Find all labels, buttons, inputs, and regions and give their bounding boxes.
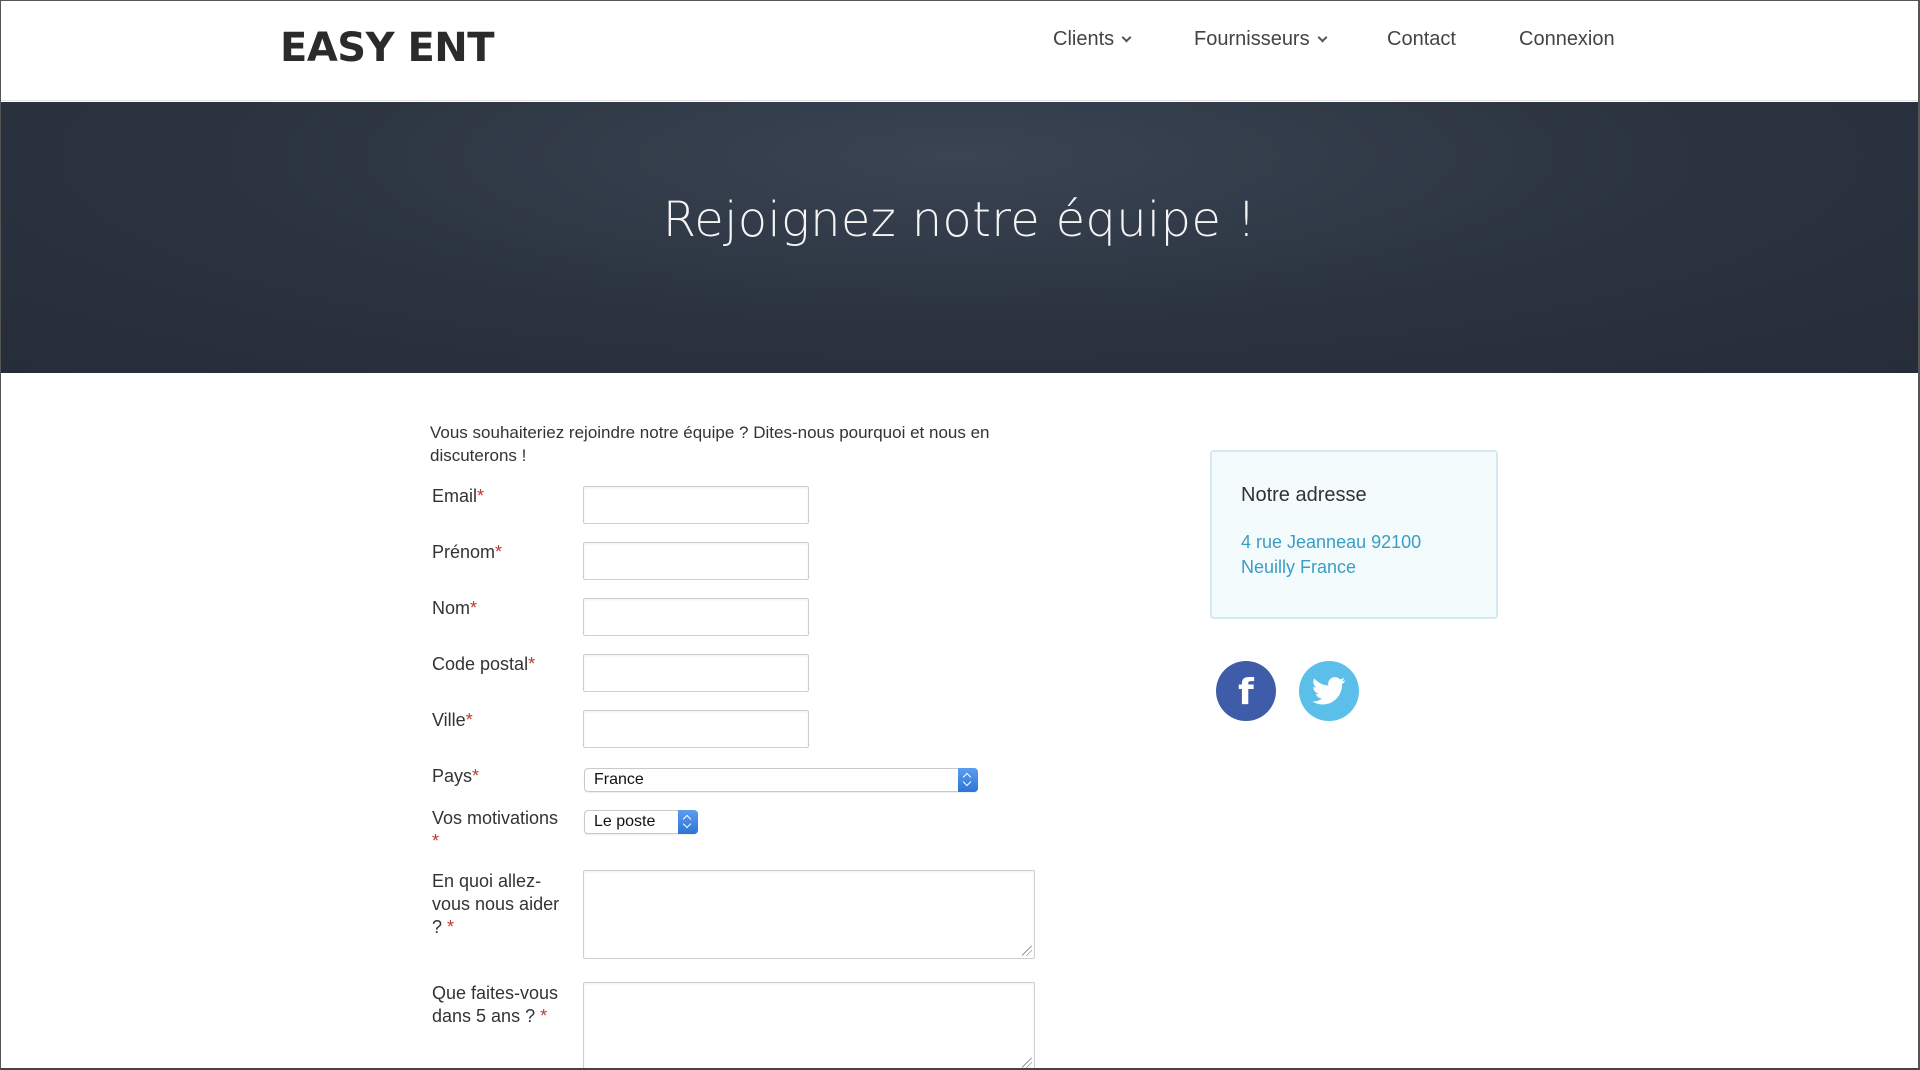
nav-fournisseurs-label: Fournisseurs [1194,27,1310,50]
nav-clients[interactable]: Clients [1053,27,1132,51]
nom-field[interactable] [583,598,809,636]
futur-label: Que faites-vous dans 5 ans ? * [432,983,559,1026]
code-postal-field[interactable] [583,654,809,692]
nom-label: Nom* [432,598,478,618]
pays-select-value: France [594,771,644,788]
site-logo[interactable]: EASY ENT [280,25,495,71]
hero-banner: Rejoignez notre équipe ! [1,102,1918,373]
facebook-icon: f [1238,671,1254,713]
address-line-2[interactable]: Neuilly France [1241,557,1356,578]
address-title: Notre adresse [1241,484,1367,506]
page-title: Rejoignez notre équipe ! [662,192,1257,248]
browser-frame: EASY ENT Clients Fournisseurs Contact Co… [0,0,1920,1070]
ville-label: Ville* [432,710,473,730]
chevron-down-icon [1317,32,1328,42]
pays-label: Pays* [432,766,480,786]
prenom-field[interactable] [583,542,809,580]
nav-fournisseurs[interactable]: Fournisseurs [1194,27,1328,51]
code-postal-label: Code postal* [432,654,536,674]
prenom-label: Prénom* [432,542,503,562]
twitter-icon [1312,677,1346,705]
site-header: EASY ENT Clients Fournisseurs Contact Co… [1,1,1918,101]
select-arrows-icon [678,810,698,834]
ville-field[interactable] [583,710,809,748]
nav-clients-label: Clients [1053,27,1115,50]
select-arrows-icon [958,768,978,792]
twitter-button[interactable] [1299,661,1359,721]
email-field[interactable] [583,486,809,524]
pays-select[interactable]: France [584,768,978,792]
aide-label: En quoi allez-vous nous aider ? * [432,871,560,937]
email-label: Email* [432,486,485,506]
address-line-1[interactable]: 4 rue Jeanneau 92100 [1241,532,1421,553]
address-card: Notre adresse 4 rue Jeanneau 92100 Neuil… [1210,450,1498,619]
motivations-select-value: Le poste [594,813,656,830]
motivations-label: Vos motivations * [432,808,559,851]
facebook-button[interactable]: f [1216,661,1276,721]
nav-connexion[interactable]: Connexion [1519,28,1615,51]
motivations-select[interactable]: Le poste [584,810,698,834]
nav-contact[interactable]: Contact [1387,28,1456,51]
aide-textarea[interactable] [583,870,1035,959]
futur-textarea[interactable] [583,982,1035,1068]
form-intro: Vous souhaiteriez rejoindre notre équipe… [430,423,990,465]
chevron-down-icon [1121,32,1132,42]
resize-handle-icon[interactable] [1022,946,1032,956]
resize-handle-icon[interactable] [1022,1058,1032,1068]
